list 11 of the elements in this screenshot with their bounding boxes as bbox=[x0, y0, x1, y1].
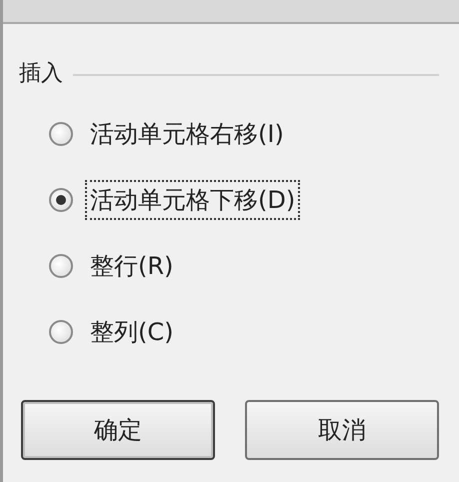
radio-button[interactable] bbox=[49, 254, 73, 278]
radio-button[interactable] bbox=[49, 122, 73, 146]
dialog-button[interactable]: 确定 bbox=[21, 400, 215, 460]
radio-label[interactable]: 活动单元格右移(I) bbox=[85, 114, 289, 154]
radio-label[interactable]: 活动单元格下移(D) bbox=[85, 180, 300, 220]
group-title: 插入 bbox=[19, 60, 63, 88]
radio-label[interactable]: 整行(R) bbox=[85, 246, 178, 286]
dialog-button[interactable]: 取消 bbox=[245, 400, 439, 460]
radio-button[interactable] bbox=[49, 320, 73, 344]
radio-label[interactable]: 整列(C) bbox=[85, 312, 178, 352]
radio-button[interactable] bbox=[49, 188, 73, 212]
